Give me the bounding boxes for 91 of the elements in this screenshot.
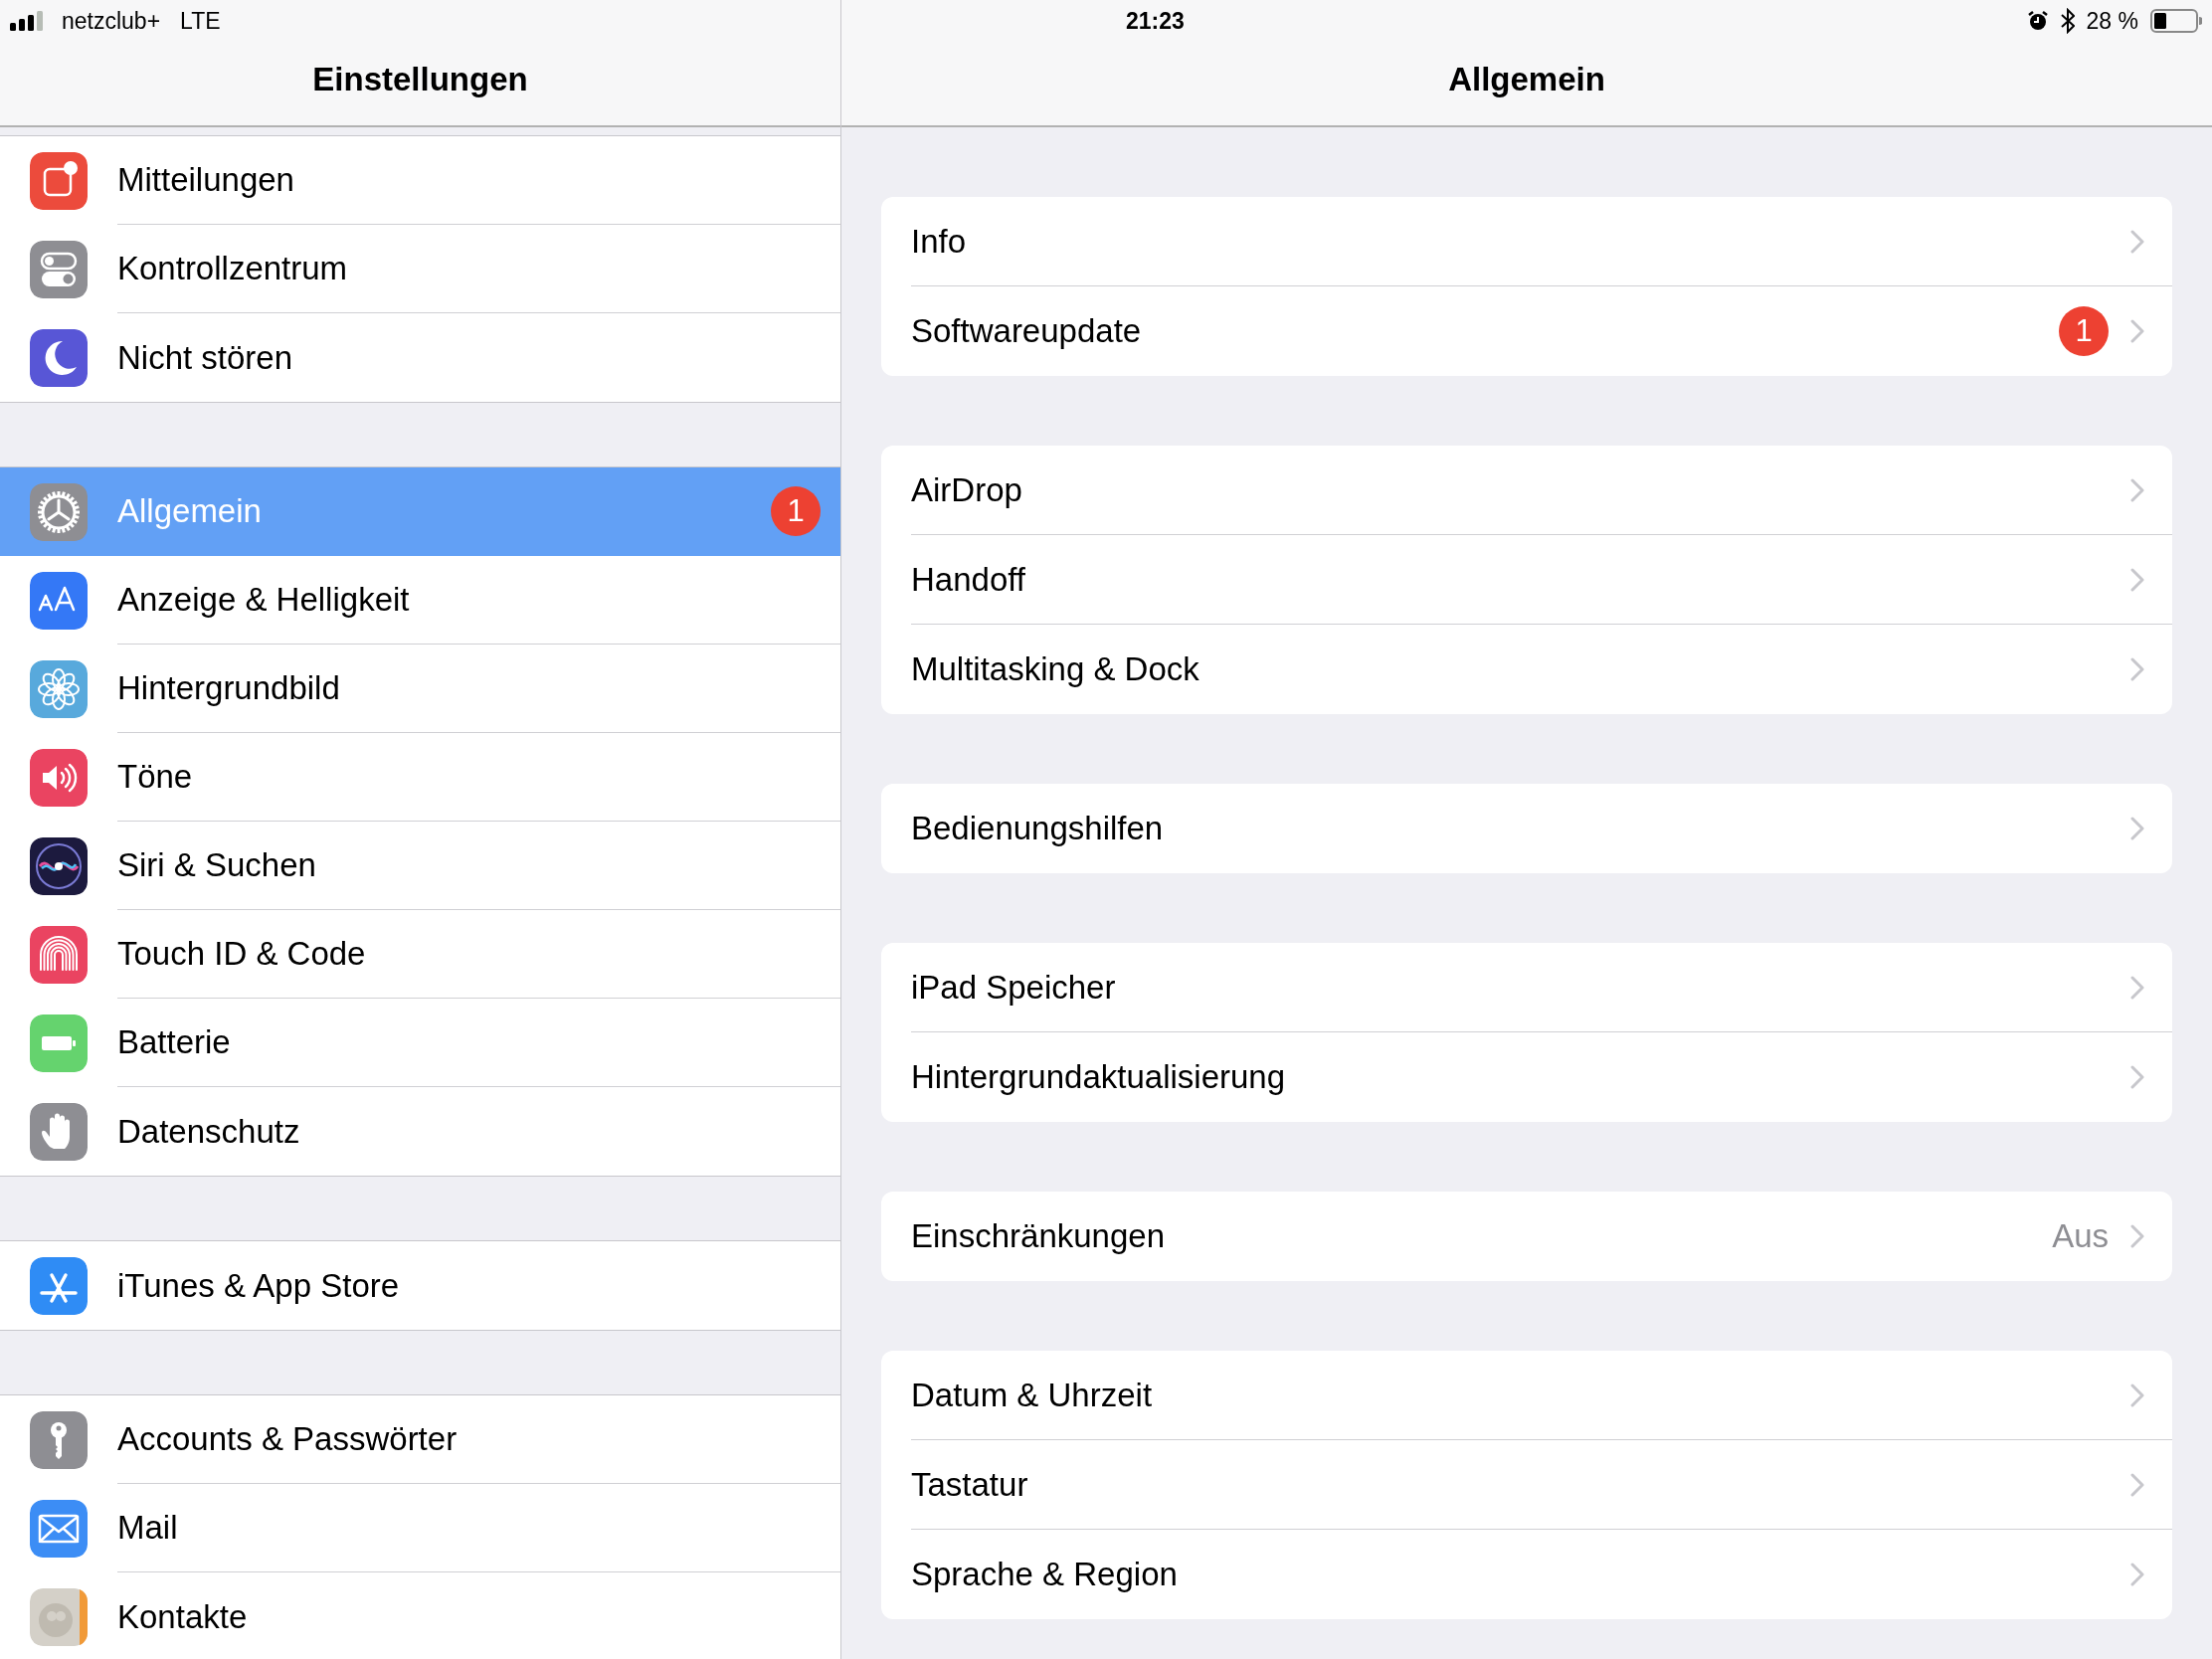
item-label: Kontrollzentrum	[117, 249, 349, 289]
sidebar-item[interactable]: Datenschutz	[0, 1087, 840, 1176]
row-label: Softwareupdate	[911, 311, 1143, 352]
settings-row[interactable]: Tastatur	[911, 1440, 2172, 1530]
row-label: Einschränkungen	[911, 1216, 1166, 1257]
item-label: Mail	[117, 1508, 179, 1549]
settings-row[interactable]: Datum & Uhrzeit	[911, 1351, 2172, 1440]
row-label: Datum & Uhrzeit	[911, 1375, 1154, 1415]
contacts-icon	[30, 1587, 88, 1646]
sidebar-item[interactable]: Mail	[0, 1484, 840, 1572]
toggle-icon	[30, 240, 88, 298]
item-label: Siri & Suchen	[117, 845, 317, 886]
gear-icon	[30, 482, 88, 541]
network-type: LTE	[180, 6, 221, 36]
siri-icon	[30, 836, 88, 895]
text-size-icon	[30, 571, 88, 630]
item-label: Touch ID & Code	[117, 934, 367, 975]
settings-row[interactable]: Handoff	[911, 535, 2172, 625]
hand-icon	[30, 1102, 88, 1161]
row-label: AirDrop	[911, 469, 1023, 510]
chevron-icon	[2130, 1472, 2144, 1497]
notification-icon	[30, 151, 88, 210]
sidebar-item[interactable]: Allgemein 1	[0, 467, 840, 556]
sidebar-item[interactable]: Kontrollzentrum	[0, 225, 840, 313]
row-label: Handoff	[911, 559, 1026, 600]
chevron-icon	[2130, 1382, 2144, 1407]
chevron-icon	[2130, 229, 2144, 254]
item-label: iTunes & App Store	[117, 1265, 401, 1306]
chevron-icon	[2130, 817, 2144, 840]
item-label: Allgemein	[117, 491, 263, 532]
carrier-name: netzclub+	[62, 6, 161, 36]
settings-row[interactable]: Multitasking & Dock	[911, 625, 2172, 714]
sidebar-item[interactable]: Mitteilungen	[0, 136, 840, 225]
item-label: Hintergrundbild	[117, 668, 341, 709]
flower-icon	[30, 659, 88, 718]
chevron-icon	[2130, 657, 2144, 681]
settings-row[interactable]: Softwareupdate 1	[911, 286, 2172, 376]
sidebar-item[interactable]: Kontakte	[0, 1572, 840, 1659]
bluetooth-icon	[2060, 8, 2075, 34]
sidebar-item[interactable]: Nicht stören	[0, 313, 840, 402]
settings-row[interactable]: AirDrop	[911, 446, 2172, 535]
chevron-icon	[2130, 477, 2144, 502]
notification-badge: 1	[2059, 306, 2109, 356]
fingerprint-icon	[30, 925, 88, 984]
envelope-icon	[30, 1499, 88, 1558]
battery-percent: 28 %	[2086, 6, 2138, 36]
app-store-icon	[30, 1256, 88, 1315]
key-icon	[30, 1410, 88, 1469]
sidebar-item[interactable]: Accounts & Passwörter	[0, 1395, 840, 1484]
chevron-icon	[2130, 1224, 2144, 1248]
screen-title: Allgemein	[1448, 60, 1605, 100]
item-label: Mitteilungen	[117, 160, 295, 201]
chevron-icon	[2130, 975, 2144, 1000]
row-label: Tastatur	[911, 1464, 1029, 1505]
item-label: Batterie	[117, 1022, 232, 1063]
item-label: Kontakte	[117, 1596, 249, 1637]
row-label: Info	[911, 221, 968, 262]
sidebar-item[interactable]: Hintergrundbild	[0, 645, 840, 733]
item-label: Datenschutz	[117, 1111, 301, 1152]
moon-icon	[30, 328, 88, 387]
chevron-icon	[2130, 1065, 2144, 1089]
row-label: Sprache & Region	[911, 1555, 1179, 1595]
clock-time: 21:23	[1126, 6, 1185, 36]
speaker-icon	[30, 748, 88, 807]
item-label: Accounts & Passwörter	[117, 1419, 459, 1460]
settings-row[interactable]: Sprache & Region	[911, 1530, 2172, 1619]
sidebar-item[interactable]: Touch ID & Code	[0, 910, 840, 999]
row-label: iPad Speicher	[911, 967, 1117, 1008]
sidebar-item[interactable]: Anzeige & Helligkeit	[0, 556, 840, 645]
sidebar-item[interactable]: Siri & Suchen	[0, 822, 840, 910]
item-label: Anzeige & Helligkeit	[117, 580, 411, 621]
chevron-icon	[2130, 319, 2144, 343]
row-label: Multitasking & Dock	[911, 649, 1200, 690]
sidebar-item[interactable]: iTunes & App Store	[0, 1241, 840, 1330]
chevron-icon	[2130, 567, 2144, 592]
row-label: Hintergrundaktualisierung	[911, 1057, 1287, 1098]
chevron-icon	[2130, 1563, 2144, 1586]
item-label: Nicht stören	[117, 337, 294, 378]
sidebar-item[interactable]: Töne	[0, 733, 840, 822]
settings-row[interactable]: iPad Speicher	[911, 943, 2172, 1032]
battery-icon	[2150, 9, 2202, 33]
item-label: Töne	[117, 757, 194, 798]
notification-badge: 1	[771, 486, 821, 536]
row-value: Aus	[2052, 1216, 2109, 1257]
battery-icon	[30, 1014, 88, 1072]
row-label: Bedienungshilfen	[911, 809, 1165, 849]
sidebar-item[interactable]: Batterie	[0, 999, 840, 1087]
alarm-clock-icon	[2026, 10, 2049, 32]
settings-row[interactable]: Hintergrundaktualisierung	[911, 1032, 2172, 1122]
screen-title: Einstellungen	[312, 60, 528, 100]
settings-row[interactable]: Info	[911, 197, 2172, 286]
